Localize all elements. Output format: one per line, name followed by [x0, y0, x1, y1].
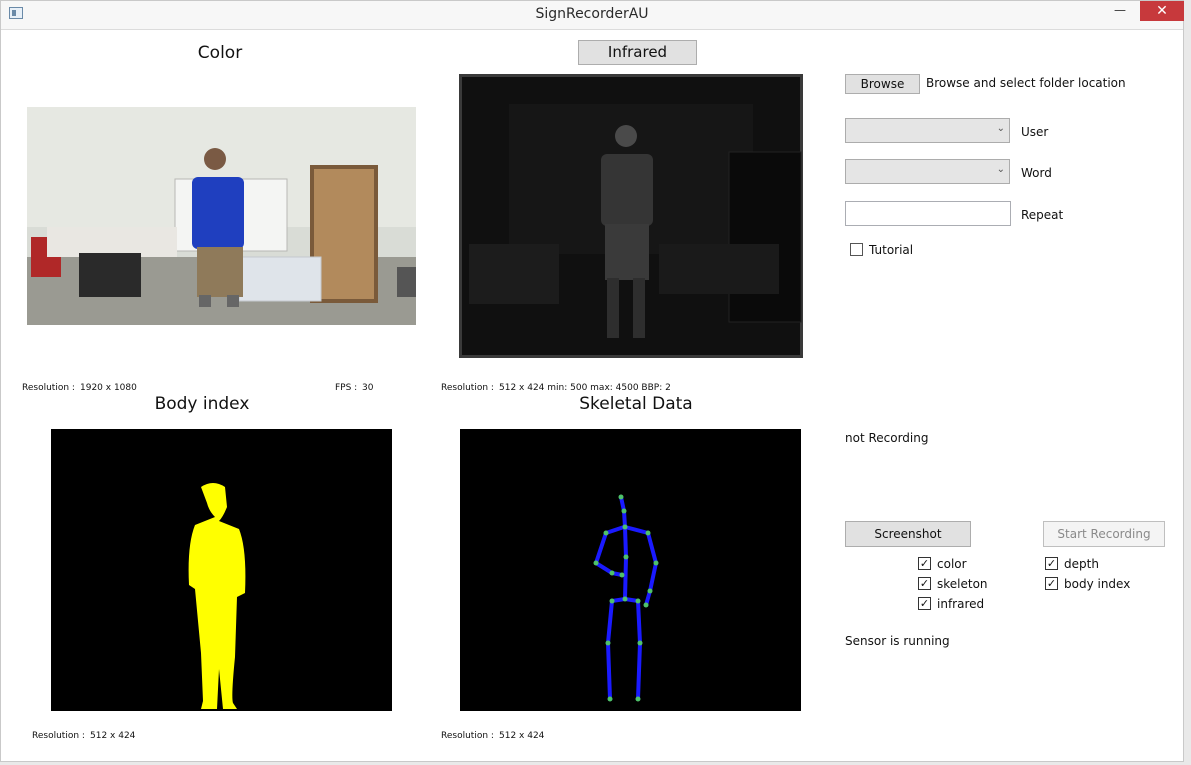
checkmark-icon: ✓ — [1046, 577, 1057, 590]
color-camera-image — [27, 107, 416, 325]
depth-stream-label: depth — [1064, 557, 1099, 571]
skeletal-resolution-value: 512 x 424 — [499, 731, 545, 741]
body-index-resolution-label: Resolution : — [32, 731, 85, 741]
word-label: Word — [1021, 166, 1052, 180]
fps-value: 30 — [362, 383, 374, 393]
chevron-down-icon: ⌄ — [996, 123, 1005, 134]
fps-label: FPS : — [335, 383, 358, 393]
color-resolution-value: 1920 x 1080 — [80, 383, 137, 393]
infrared-stream-label: infrared — [937, 597, 985, 611]
depth-stream-checkbox[interactable]: ✓ — [1045, 557, 1058, 570]
skeletal-resolution-label: Resolution : — [441, 731, 494, 741]
skeletal-data-title: Skeletal Data — [579, 394, 693, 414]
skeletal-data-image — [460, 429, 801, 711]
color-stream-label: color — [937, 557, 967, 571]
color-title: Color — [197, 43, 243, 63]
start-recording-button[interactable]: Start Recording — [1043, 521, 1165, 547]
checkmark-icon: ✓ — [1046, 557, 1057, 570]
checkmark-icon: ✓ — [919, 557, 930, 570]
repeat-label: Repeat — [1021, 208, 1064, 222]
browse-button[interactable]: Browse — [845, 74, 920, 94]
repeat-input[interactable] — [845, 201, 1011, 226]
color-resolution-label: Resolution : — [22, 383, 75, 393]
body-index-stream-label: body index — [1064, 577, 1131, 591]
user-label: User — [1021, 125, 1049, 139]
infrared-toggle-button[interactable]: Infrared — [578, 40, 697, 65]
window-title: SignRecorderAU — [535, 6, 649, 22]
word-select[interactable]: ⌄ — [845, 159, 1010, 184]
chevron-down-icon: ⌄ — [996, 164, 1005, 175]
checkmark-icon: ✓ — [919, 597, 930, 610]
color-stream-checkbox[interactable]: ✓ — [918, 557, 931, 570]
screenshot-button[interactable]: Screenshot — [845, 521, 971, 547]
infrared-stream-checkbox[interactable]: ✓ — [918, 597, 931, 610]
tutorial-checkbox[interactable] — [850, 243, 863, 256]
tutorial-label: Tutorial — [869, 243, 914, 257]
body-index-stream-checkbox[interactable]: ✓ — [1045, 577, 1058, 590]
body-index-image — [51, 429, 392, 711]
sensor-status: Sensor is running — [845, 634, 950, 648]
minimize-icon[interactable]: — — [1106, 1, 1134, 21]
browse-hint: Browse and select folder location — [926, 76, 1126, 90]
infrared-info: 512 x 424 min: 500 max: 4500 BBP: 2 — [499, 383, 671, 393]
infrared-camera-image — [459, 74, 803, 358]
checkmark-icon: ✓ — [919, 577, 930, 590]
skeleton-stream-label: skeleton — [937, 577, 988, 591]
body-index-title: Body index — [154, 394, 250, 414]
skeleton-stream-checkbox[interactable]: ✓ — [918, 577, 931, 590]
close-icon[interactable]: ✕ — [1140, 1, 1184, 21]
recording-status: not Recording — [845, 431, 929, 445]
user-select[interactable]: ⌄ — [845, 118, 1010, 143]
title-bar[interactable]: SignRecorderAU — ☐ ✕ — [1, 1, 1184, 30]
infrared-resolution-label: Resolution : — [441, 383, 494, 393]
body-index-resolution-value: 512 x 424 — [90, 731, 136, 741]
